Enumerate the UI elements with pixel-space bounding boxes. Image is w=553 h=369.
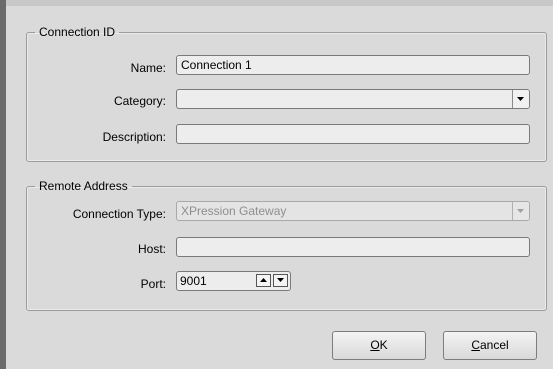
- category-label: Category:: [113, 94, 166, 108]
- ok-label-rest: K: [379, 338, 388, 352]
- connection-type-label: Connection Type:: [72, 207, 166, 221]
- remote-address-legend: Remote Address: [39, 179, 128, 193]
- port-decrement-button[interactable]: [273, 274, 288, 287]
- connection-id-legend: Connection ID: [39, 25, 116, 39]
- port-label: Port:: [140, 277, 166, 291]
- description-field[interactable]: [176, 124, 530, 144]
- cancel-mnemonic: C: [471, 338, 480, 352]
- host-label: Host:: [137, 242, 166, 256]
- cancel-label-rest: ancel: [479, 338, 509, 352]
- chevron-down-icon: [517, 209, 524, 213]
- name-field[interactable]: Connection 1: [176, 55, 530, 75]
- connection-type-combo[interactable]: XPression Gateway: [176, 201, 530, 221]
- port-increment-button[interactable]: [256, 274, 271, 287]
- connection-dialog: Connection ID Name: Connection 1 Categor…: [6, 0, 553, 369]
- arrow-up-icon: [260, 278, 267, 282]
- cancel-button[interactable]: Cancel: [443, 331, 537, 360]
- ok-mnemonic: O: [370, 338, 380, 352]
- port-value: 9001: [180, 274, 207, 288]
- description-label: Description:: [102, 130, 166, 144]
- category-dropdown-button[interactable]: [512, 90, 529, 108]
- port-spinbox[interactable]: 9001: [176, 271, 291, 291]
- arrow-down-icon: [277, 278, 284, 282]
- name-label: Name:: [130, 61, 166, 75]
- category-combo[interactable]: [176, 89, 530, 109]
- connection-type-dropdown-button[interactable]: [512, 202, 529, 220]
- ok-button[interactable]: OK: [332, 331, 426, 360]
- connection-type-value: XPression Gateway: [181, 204, 287, 218]
- chevron-down-icon: [517, 97, 524, 101]
- host-field[interactable]: [176, 237, 530, 257]
- port-spin-buttons: [256, 274, 290, 288]
- dialog-top-edge: [6, 0, 553, 6]
